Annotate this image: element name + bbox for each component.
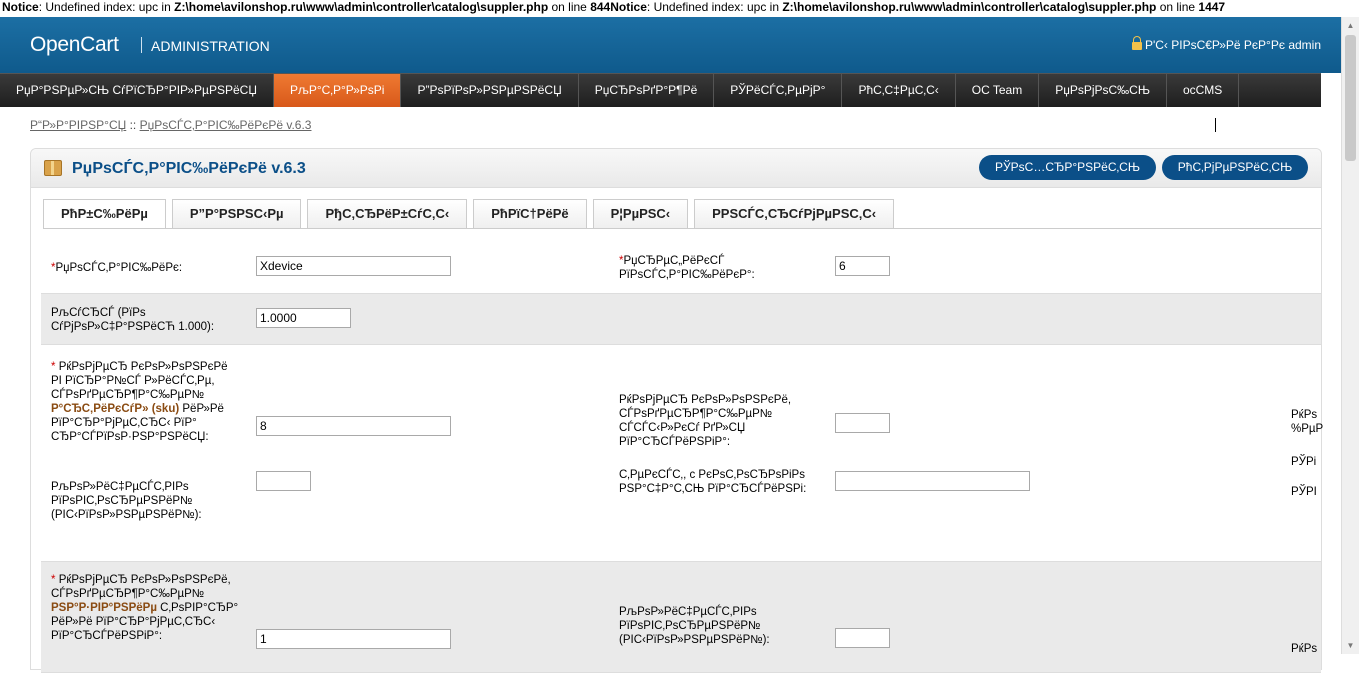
main-menu: РџР°РЅРµР»СЊ СѓРїСЂР°РІР»РµРЅРёСЏ РљР°С‚… — [0, 73, 1321, 107]
notice-label: Notice — [2, 0, 39, 14]
menu-item-help[interactable]: РџРѕРјРѕС‰СЊ — [1039, 74, 1167, 107]
form-row-supplier: *РџРѕСЃС‚Р°РІС‰РёРє: *РџСЂРµС„РёРєСЃ РїР… — [41, 241, 1321, 293]
form-row-name: * РќРѕРјРµСЂ РєРѕР»РѕРЅРєРё, СЃРѕРґРµСЂР… — [41, 561, 1321, 673]
logo-separator — [141, 37, 142, 53]
logged-in-text: Р'С‹ РІРѕС€Р»Рё РєР°Рє admin — [1144, 38, 1321, 52]
tab-tools[interactable]: РРЅСЃС‚СЂСѓРјРµРЅС‚С‹ — [694, 199, 895, 228]
menu-item-occms[interactable]: ocCMS — [1167, 74, 1240, 107]
url-column-label: РќРѕРјРµСЂ РєРѕР»РѕРЅРєРё, СЃРѕРґРµСЂР¶Р… — [619, 394, 792, 448]
breadcrumb: Р“Р»Р°РІРЅР°СЏ :: РџРѕСЃС‚Р°РІС‰РёРєРё v… — [30, 118, 311, 132]
admin-header: OpenCart ADMINISTRATION Р'С‹ РІРѕС€Р»Рё … — [0, 17, 1359, 73]
count2-input[interactable] — [835, 628, 890, 648]
notice-online: on line — [1156, 0, 1199, 14]
supplier-form-box: РџРѕСЃС‚Р°РІС‰РёРєРё v.6.3 РЎРѕС…СЂР°РЅР… — [30, 148, 1324, 673]
sku-label: * РќРѕРјРµСЂ РєРѕР»РѕРЅРєРё РІ РїСЂР°Р№С… — [51, 361, 228, 443]
tab-options[interactable]: РћРїС†РёРё — [473, 199, 587, 228]
page-title: РџРѕСЃС‚Р°РІС‰РёРєРё v.6.3 — [72, 160, 306, 177]
breadcrumb-current[interactable]: РџРѕСЃС‚Р°РІС‰РёРєРё v.6.3 — [140, 118, 312, 132]
supplier-label: *РџРѕСЃС‚Р°РІС‰РёРє: — [51, 262, 183, 274]
notice-text: : Undefined index: upc in — [38, 0, 175, 14]
form-row-rate: РљСѓСЂСЃ (РїРѕ СѓРјРѕР»С‡Р°РЅРёСЋ 1.000)… — [41, 293, 1321, 345]
prefix-label: *РџСЂРµС„РёРєСЃ РїРѕСЃС‚Р°РІС‰РёРєР°: — [619, 255, 755, 281]
name-label: * РќРѕРјРµСЂ РєРѕР»РѕРЅРєРё, СЃРѕРґРµСЂР… — [51, 574, 239, 642]
tab-divider — [43, 228, 1321, 229]
count2-label: РљРѕР»РёС‡РµСЃС‚РІРѕ РїРѕРІС‚РѕСЂРµРЅРёР… — [619, 606, 770, 646]
notice-online: on line — [548, 0, 591, 14]
rate-label: РљСѓСЂСЃ (РїРѕ СѓРјРѕР»С‡Р°РЅРёСЋ 1.000)… — [51, 307, 215, 333]
vertical-scrollbar[interactable]: ▲ ▼ — [1341, 17, 1359, 654]
clipped-label: РЎРі — [1291, 456, 1317, 468]
breadcrumb-home[interactable]: Р“Р»Р°РІРЅР°СЏ — [30, 118, 126, 132]
opencart-logo[interactable]: OpenCart — [30, 33, 119, 57]
lock-icon — [1131, 36, 1142, 50]
menu-item-oc-team[interactable]: OC Team — [956, 74, 1040, 107]
administration-label: ADMINISTRATION — [151, 38, 270, 54]
package-icon — [44, 160, 62, 176]
scroll-down-icon[interactable]: ▼ — [1342, 637, 1359, 654]
menu-item-catalog[interactable]: РљР°С‚Р°Р»РѕРі — [273, 74, 402, 107]
url-column-input[interactable] — [835, 413, 890, 433]
menu-item-sales[interactable]: РџСЂРѕРґР°Р¶Рё — [579, 74, 715, 107]
clipped-label: РЎРІ — [1291, 486, 1317, 498]
menu-item-extensions[interactable]: Р”РѕРїРѕР»РЅРµРЅРёСЏ — [401, 74, 579, 107]
notice-line: 1447 — [1198, 0, 1226, 14]
tab-prices[interactable]: Р¦РµРЅС‹ — [592, 199, 689, 228]
notice-label: Notice — [610, 0, 647, 14]
logged-in-status: Р'С‹ РІРѕС€Р»Рё РєР°Рє admin — [1131, 36, 1321, 52]
menu-item-reports[interactable]: РћС‚С‡РµС‚С‹ — [842, 74, 956, 107]
count-input[interactable] — [256, 471, 311, 491]
php-notice-bar: Notice: Undefined index: upc in Z:\home\… — [0, 0, 1359, 17]
breadcrumb-separator: :: — [126, 118, 140, 132]
name-input[interactable] — [256, 629, 451, 649]
tab-bar: РћР±С‰РёРµ Р”Р°РЅРЅС‹Рµ РђС‚СЂРёР±СѓС‚С‹… — [43, 199, 900, 229]
prefix-input[interactable] — [835, 256, 890, 276]
save-button[interactable]: РЎРѕС…СЂР°РЅРёС‚СЊ — [979, 155, 1156, 180]
text-cursor — [1215, 118, 1216, 132]
menu-item-system[interactable]: РЎРёСЃС‚РµРјР° — [714, 74, 843, 107]
clipped-label: %РµР — [1291, 423, 1324, 435]
cancel-button[interactable]: РћС‚РјРµРЅРёС‚СЊ — [1162, 155, 1308, 180]
notice-text: : Undefined index: upc in — [646, 0, 783, 14]
supplier-input[interactable] — [256, 256, 451, 276]
notice-line: 844 — [590, 0, 611, 14]
scrollbar-thumb[interactable] — [1345, 35, 1356, 161]
parse-start-input[interactable] — [835, 471, 1030, 491]
rate-input[interactable] — [256, 308, 351, 328]
count-label: РљРѕР»РёС‡РµСЃС‚РІРѕ РїРѕРІС‚РѕСЂРµРЅРёР… — [51, 481, 202, 521]
sku-input[interactable] — [256, 416, 451, 436]
form-row-sku: * РќРѕРјРµСЂ РєРѕР»РѕРЅРєРё РІ РїСЂР°Р№С… — [41, 345, 1324, 561]
clipped-label: РќРѕ — [1291, 409, 1318, 421]
notice-path: Z:\home\avilonshop.ru\www\admin\controll… — [174, 0, 549, 14]
notice-path: Z:\home\avilonshop.ru\www\admin\controll… — [782, 0, 1157, 14]
parse-start-label: С‚РµРєСЃС‚, с РєРѕС‚РѕСЂРѕРіРѕ РЅР°С‡Р°С… — [619, 469, 807, 495]
box-heading: РџРѕСЃС‚Р°РІС‰РёРєРё v.6.3 РЎРѕС…СЂР°РЅР… — [31, 149, 1321, 188]
tab-attributes[interactable]: РђС‚СЂРёР±СѓС‚С‹ — [307, 199, 468, 228]
scroll-up-icon[interactable]: ▲ — [1342, 17, 1359, 34]
menu-item-dashboard[interactable]: РџР°РЅРµР»СЊ СѓРїСЂР°РІР»РµРЅРёСЏ — [0, 74, 274, 107]
tab-general[interactable]: РћР±С‰РёРµ — [43, 199, 166, 229]
tab-data[interactable]: Р”Р°РЅРЅС‹Рµ — [171, 199, 302, 228]
